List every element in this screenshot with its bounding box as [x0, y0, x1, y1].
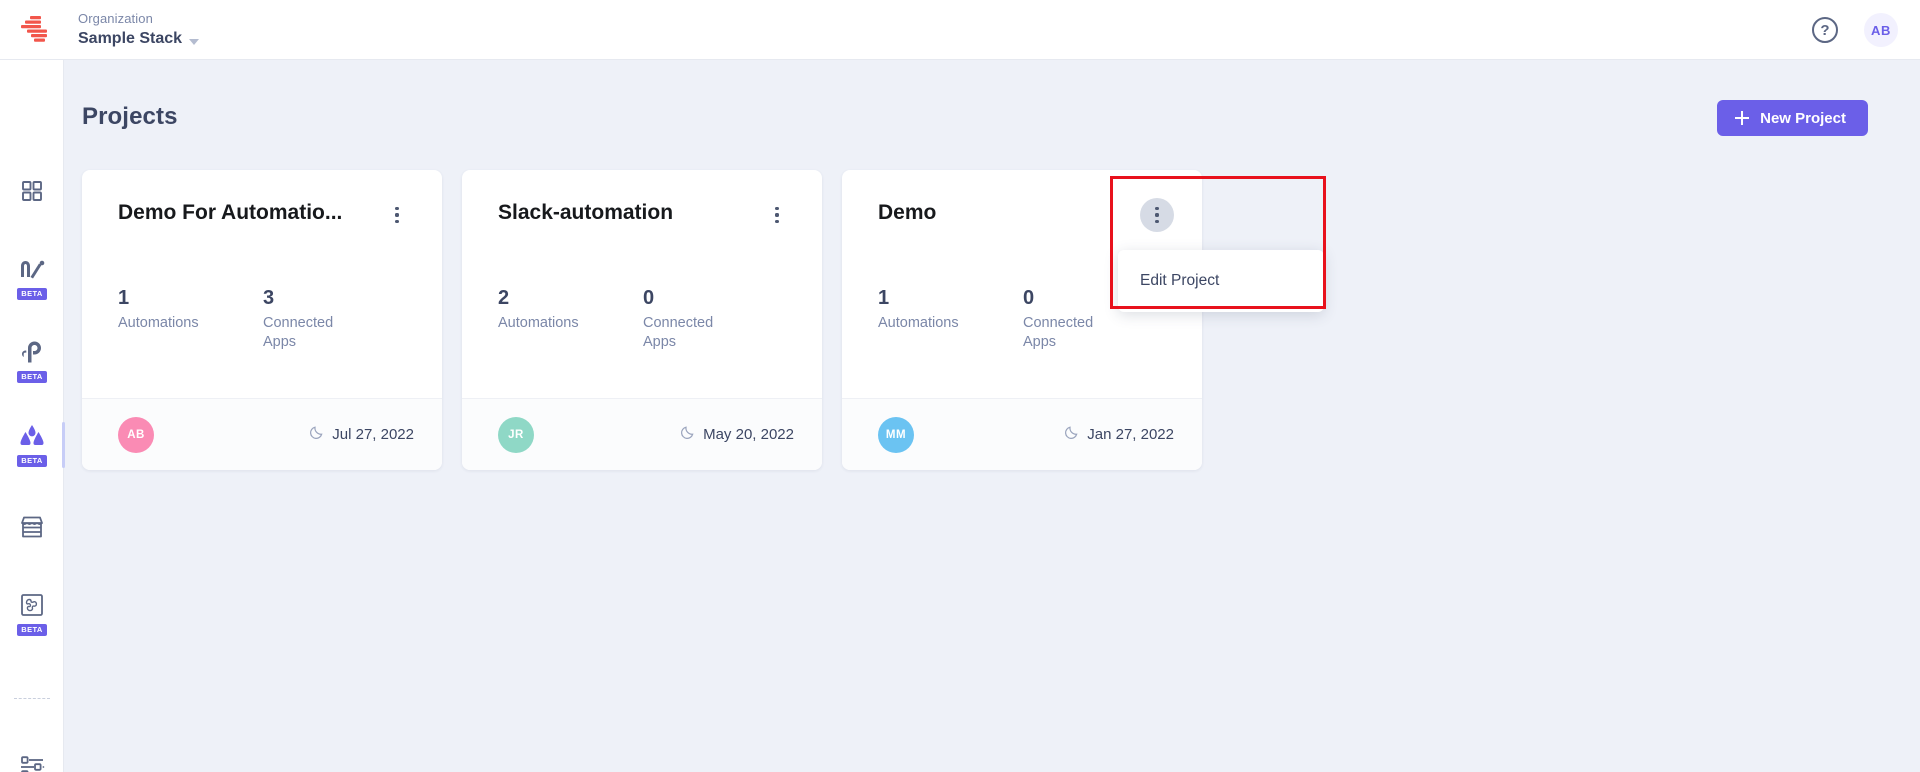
new-project-button[interactable]: New Project: [1717, 100, 1868, 136]
clock-icon: [1064, 425, 1079, 444]
project-card-footer: AB Jul 27, 2022: [82, 398, 442, 470]
automations-label: Automations: [878, 315, 959, 331]
project-context-menu: Edit Project: [1118, 250, 1324, 312]
help-circle-icon[interactable]: ?: [1812, 17, 1838, 43]
project-card-body: Demo For Automatio... 1 Automations 3 Co…: [82, 170, 442, 398]
project-date-text: Jan 27, 2022: [1087, 426, 1174, 443]
project-stats: 1 Automations 3 Connected Apps: [118, 286, 408, 352]
menu-item-edit-project[interactable]: Edit Project: [1118, 260, 1324, 302]
droplets-icon: [19, 424, 45, 453]
project-date-text: May 20, 2022: [703, 426, 794, 443]
owner-avatar[interactable]: JR: [498, 416, 534, 453]
stat-connected-apps: 3 Connected Apps: [263, 286, 408, 352]
chart-line-icon: [19, 259, 45, 286]
project-card-header: Demo: [878, 198, 1174, 232]
projects-grid: Demo For Automatio... 1 Automations 3 Co…: [82, 170, 1202, 470]
project-menu-button[interactable]: [1140, 198, 1174, 232]
project-card-body: Slack-automation 2 Automations 0 Connect…: [462, 170, 822, 398]
sidebar: BETA BETA BETA BETA: [0, 60, 65, 772]
stat-automations: 1 Automations: [878, 286, 1023, 352]
key-icon: [20, 340, 44, 369]
beta-badge: BETA: [17, 287, 47, 300]
chevron-down-icon: [189, 38, 200, 45]
beta-badge: BETA: [17, 623, 47, 636]
sidebar-item-analytics[interactable]: BETA: [0, 250, 64, 308]
stat-connected-apps: 0 Connected Apps: [643, 286, 788, 352]
project-card[interactable]: Demo For Automatio... 1 Automations 3 Co…: [82, 170, 442, 470]
project-card[interactable]: Demo 1 Automations 0 Connected Apps MM J…: [842, 170, 1202, 470]
avatar[interactable]: AB: [1864, 13, 1898, 47]
project-stats: 2 Automations 0 Connected Apps: [498, 286, 788, 352]
owner-avatar[interactable]: MM: [878, 416, 914, 453]
automations-label: Automations: [118, 315, 199, 331]
page-title: Projects: [82, 103, 178, 130]
organization-switcher[interactable]: Organization Sample Stack: [78, 10, 200, 49]
sidebar-divider: [14, 698, 50, 699]
plus-icon: [1735, 111, 1750, 125]
storefront-icon: [19, 515, 45, 544]
top-bar: Organization Sample Stack ? AB: [0, 0, 1920, 60]
clock-icon: [680, 425, 695, 444]
organization-label: Organization: [78, 11, 153, 26]
sidebar-item-integrations[interactable]: BETA: [0, 585, 64, 643]
new-project-label: New Project: [1760, 109, 1846, 127]
automations-count: 2: [498, 287, 510, 309]
stacker-logo-icon[interactable]: [16, 14, 52, 46]
connected-apps-label: Connected Apps: [263, 315, 334, 350]
organization-name-row[interactable]: Sample Stack: [78, 29, 200, 49]
stat-automations: 1 Automations: [118, 286, 263, 352]
project-menu-button[interactable]: [760, 198, 794, 232]
project-date: May 20, 2022: [680, 425, 794, 444]
organization-name: Sample Stack: [78, 30, 183, 47]
project-title: Slack-automation: [498, 201, 674, 224]
automations-label: Automations: [498, 315, 579, 331]
sidebar-item-marketplace[interactable]: [0, 500, 64, 558]
project-title: Demo: [878, 201, 937, 224]
sliders-icon: [19, 755, 45, 772]
owner-avatar[interactable]: AB: [118, 416, 154, 453]
sidebar-item-settings[interactable]: [0, 740, 64, 772]
automations-count: 1: [118, 287, 130, 309]
project-card-header: Slack-automation: [498, 200, 794, 232]
project-card-footer: MM Jan 27, 2022: [842, 398, 1202, 470]
project-card-header: Demo For Automatio...: [118, 200, 414, 232]
beta-badge: BETA: [17, 454, 47, 467]
main-content: Projects New Project Demo For Automatio.…: [64, 60, 1920, 772]
project-card[interactable]: Slack-automation 2 Automations 0 Connect…: [462, 170, 822, 470]
sidebar-item-automations[interactable]: BETA: [0, 332, 64, 390]
clock-icon: [309, 425, 324, 444]
project-card-footer: JR May 20, 2022: [462, 398, 822, 470]
project-date-text: Jul 27, 2022: [332, 426, 414, 443]
connected-apps-label: Connected Apps: [1023, 315, 1094, 350]
project-menu-button[interactable]: [380, 198, 414, 232]
beta-badge: BETA: [17, 370, 47, 383]
sidebar-item-projects[interactable]: BETA: [0, 416, 65, 474]
project-title: Demo For Automatio...: [118, 201, 343, 224]
top-bar-actions: ? AB: [1812, 0, 1898, 60]
connected-apps-count: 0: [643, 287, 655, 309]
project-date: Jan 27, 2022: [1064, 425, 1174, 444]
puzzle-frame-icon: [20, 593, 44, 622]
connected-apps-label: Connected Apps: [643, 315, 714, 350]
connected-apps-count: 3: [263, 287, 275, 309]
stat-automations: 2 Automations: [498, 286, 643, 352]
grid-squares-icon: [20, 179, 44, 208]
app-root: Organization Sample Stack ? AB BETA BETA…: [0, 0, 1920, 772]
project-date: Jul 27, 2022: [309, 425, 414, 444]
sidebar-item-apps-grid[interactable]: [0, 164, 64, 222]
automations-count: 1: [878, 287, 890, 309]
